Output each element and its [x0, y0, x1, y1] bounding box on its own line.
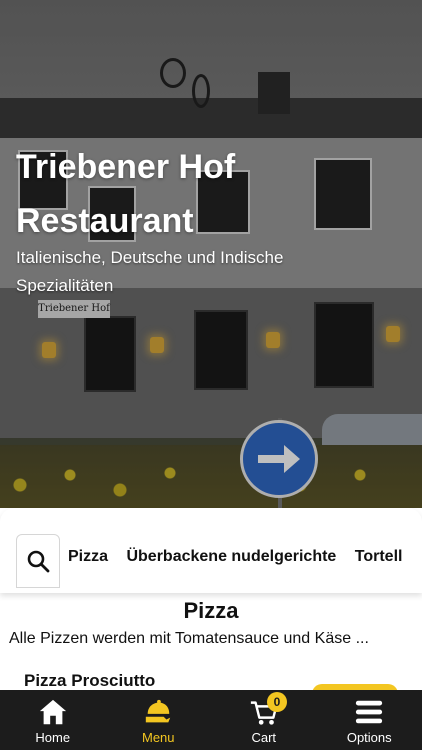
menu-item-name[interactable]: Pizza Prosciutto — [24, 671, 155, 691]
cart-count-badge: 0 — [267, 692, 287, 712]
search-icon — [27, 550, 50, 573]
category-tabs: Pizza Überbackene nudelgerichte Tortell — [68, 548, 416, 566]
tab-ueberbackene-nudelgerichte[interactable]: Überbackene nudelgerichte — [126, 548, 336, 566]
restaurant-title: Triebener Hof Restaurant — [16, 140, 406, 248]
title-line-1: Triebener Hof — [16, 148, 236, 186]
category-bar: Pizza Überbackene nudelgerichte Tortell — [0, 508, 422, 593]
nav-menu[interactable]: Menu — [106, 690, 212, 750]
nav-home[interactable]: Home — [0, 690, 106, 750]
tab-tortell[interactable]: Tortell — [355, 548, 403, 566]
home-icon — [36, 696, 70, 728]
options-icon — [352, 696, 386, 728]
menu-food-icon — [141, 696, 175, 728]
subtitle-line-2: Spezialitäten — [16, 276, 114, 295]
section-title: Pizza — [183, 598, 239, 623]
section-description: Alle Pizzen werden mit Tomatensauce und … — [9, 630, 369, 647]
nav-cart-label: Cart — [251, 730, 277, 745]
nav-menu-label: Menu — [141, 730, 175, 745]
tab-pizza[interactable]: Pizza — [68, 548, 108, 566]
restaurant-subtitle: Italienische, Deutsche und Indische Spez… — [16, 244, 406, 300]
nav-options-label: Options — [346, 730, 392, 745]
search-button[interactable] — [16, 534, 60, 588]
hero-banner: Triebener Hof Triebener Hof Restaurant I… — [0, 0, 422, 508]
bottom-navigation: Home Menu 0 Cart Options — [0, 690, 422, 750]
nav-options[interactable]: Options — [317, 690, 422, 750]
subtitle-line-1: Italienische, Deutsche und Indische — [16, 248, 284, 267]
nav-home-label: Home — [35, 730, 71, 745]
nav-cart[interactable]: 0 Cart — [211, 690, 317, 750]
title-line-2: Restaurant — [16, 202, 194, 240]
